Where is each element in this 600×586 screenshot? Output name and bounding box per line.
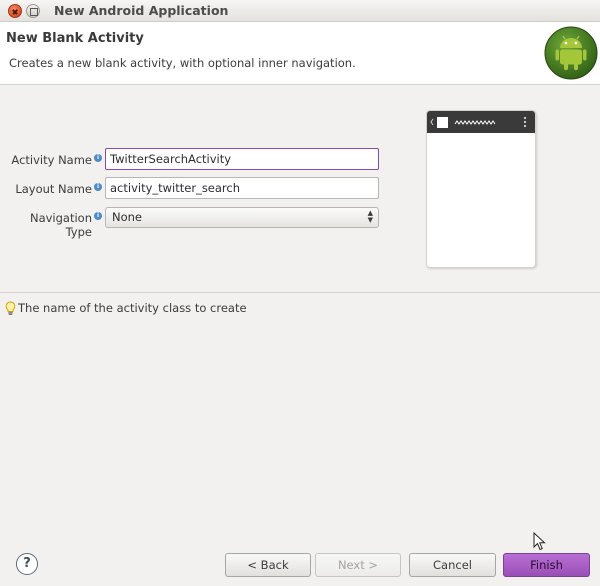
section-divider xyxy=(0,292,600,293)
page-description: Creates a new blank activity, with optio… xyxy=(9,56,356,70)
help-button[interactable]: ? xyxy=(16,553,38,575)
android-logo-icon xyxy=(544,26,598,80)
navigation-type-select[interactable]: None ▲ ▼ xyxy=(105,207,379,228)
status-message: The name of the activity class to create xyxy=(18,301,247,315)
navigation-type-label: Navigation Type xyxy=(29,211,92,239)
cancel-button[interactable]: Cancel xyxy=(409,553,496,577)
navigation-type-info-icon: i xyxy=(94,212,102,220)
finish-button[interactable]: Finish xyxy=(503,553,590,577)
close-window-button[interactable] xyxy=(8,4,22,18)
select-updown-icon: ▲ ▼ xyxy=(367,209,373,224)
lightbulb-icon xyxy=(5,301,16,315)
layout-name-input[interactable]: activity_twitter_search xyxy=(105,177,379,199)
activity-name-label: Activity Name xyxy=(11,153,92,167)
navigation-type-selected: None xyxy=(112,210,143,224)
window-title: New Android Application xyxy=(54,3,229,18)
page-title: New Blank Activity xyxy=(6,31,144,46)
layout-name-label: Layout Name xyxy=(15,182,92,196)
activity-name-input[interactable]: TwitterSearchActivity xyxy=(105,148,379,170)
layout-name-info-icon: i xyxy=(94,183,102,191)
mouse-cursor-icon xyxy=(533,532,546,551)
maximize-window-button[interactable] xyxy=(26,4,40,18)
next-button[interactable]: Next > xyxy=(315,553,401,577)
wizard-header: New Blank Activity Creates a new blank a… xyxy=(0,22,600,85)
preview-action-bar-icons xyxy=(430,116,527,128)
preview-action-bar xyxy=(427,111,535,133)
activity-name-info-icon: i xyxy=(94,154,102,162)
back-button[interactable]: < Back xyxy=(225,553,311,577)
activity-preview xyxy=(426,110,536,268)
window-titlebar: New Android Application xyxy=(0,0,600,22)
